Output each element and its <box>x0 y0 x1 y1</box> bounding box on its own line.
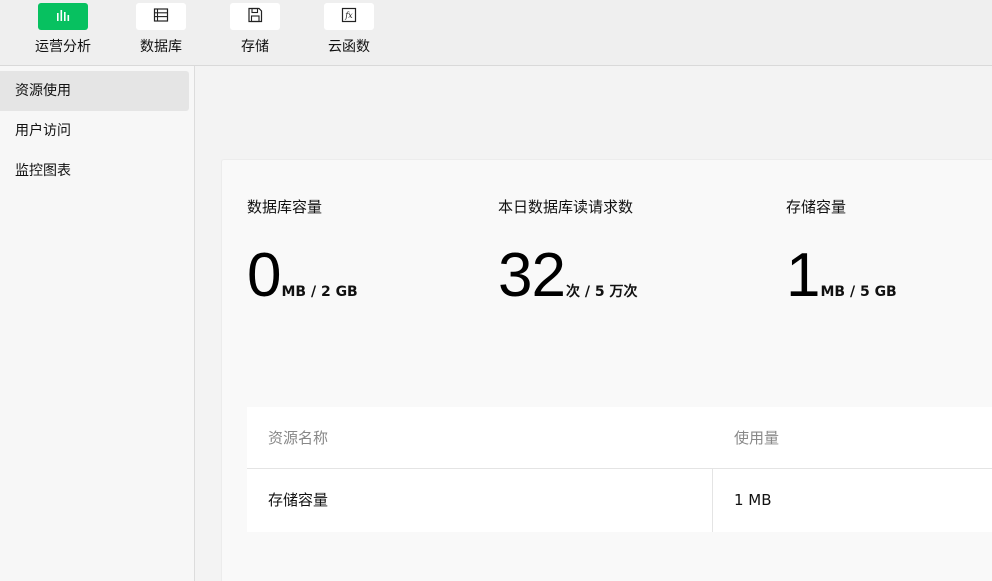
save-icon <box>247 7 263 27</box>
resource-table: 资源名称 使用量 存储容量 1 MB <box>247 407 992 532</box>
tab-icon-box <box>230 3 280 30</box>
svg-text:fx: fx <box>344 11 353 20</box>
tab-label: 数据库 <box>140 39 182 55</box>
stat-label: 数据库容量 <box>247 198 323 216</box>
toolbar-tab-analytics[interactable]: 运营分析 <box>23 0 103 66</box>
stat-label: 本日数据库读请求数 <box>498 198 634 216</box>
tab-icon-box <box>136 3 186 30</box>
stat-number: 0 <box>247 241 281 310</box>
resource-usage-card: 数据库容量 0MB / 2 GB 本日数据库读请求数 32次 / 5 万次 存储… <box>221 159 992 581</box>
stat-label: 存储容量 <box>786 198 847 216</box>
stat-unit: MB / 2 GB <box>281 284 358 300</box>
top-toolbar: 运营分析 数据库 存储 fx 云函数 <box>0 0 992 66</box>
stat-storage-capacity: 存储容量 1MB / 5 GB <box>786 197 897 307</box>
stat-value: 32次 / 5 万次 <box>498 245 637 307</box>
sidebar-item-resource-usage[interactable]: 资源使用 <box>0 71 189 111</box>
column-header-resource-name: 资源名称 <box>268 429 329 447</box>
table-row: 存储容量 1 MB <box>247 469 992 532</box>
stat-number: 32 <box>498 241 566 310</box>
toolbar-tab-cloud-function[interactable]: fx 云函数 <box>309 0 389 66</box>
sidebar-item-label: 监控图表 <box>15 163 71 179</box>
tab-label: 运营分析 <box>35 39 91 55</box>
sidebar-item-label: 用户访问 <box>15 123 71 139</box>
column-divider <box>712 469 713 532</box>
stat-unit: 次 / 5 万次 <box>565 284 638 300</box>
stat-value: 1MB / 5 GB <box>786 245 897 307</box>
toolbar-tab-database[interactable]: 数据库 <box>121 0 201 66</box>
table-cell-resource-name: 存储容量 <box>268 491 329 509</box>
stat-database-capacity: 数据库容量 0MB / 2 GB <box>247 197 358 307</box>
stat-number: 1 <box>786 241 820 310</box>
sidebar-item-label: 资源使用 <box>15 83 71 99</box>
bar-chart-icon <box>55 7 71 26</box>
database-icon <box>153 7 169 26</box>
stat-value: 0MB / 2 GB <box>247 245 358 307</box>
sidebar: 资源使用 用户访问 监控图表 <box>0 66 195 581</box>
stat-unit: MB / 5 GB <box>820 284 897 300</box>
tab-label: 存储 <box>241 39 269 55</box>
sidebar-item-monitoring-charts[interactable]: 监控图表 <box>0 151 189 191</box>
toolbar-tab-storage[interactable]: 存储 <box>215 0 295 66</box>
table-cell-usage: 1 MB <box>734 491 772 509</box>
tab-icon-box <box>38 3 88 30</box>
function-icon: fx <box>341 7 357 27</box>
sidebar-item-user-access[interactable]: 用户访问 <box>0 111 189 151</box>
tab-icon-box: fx <box>324 3 374 30</box>
table-header: 资源名称 使用量 <box>247 407 992 469</box>
stat-daily-db-reads: 本日数据库读请求数 32次 / 5 万次 <box>498 197 637 307</box>
column-header-usage: 使用量 <box>734 429 780 447</box>
tab-label: 云函数 <box>328 39 370 55</box>
